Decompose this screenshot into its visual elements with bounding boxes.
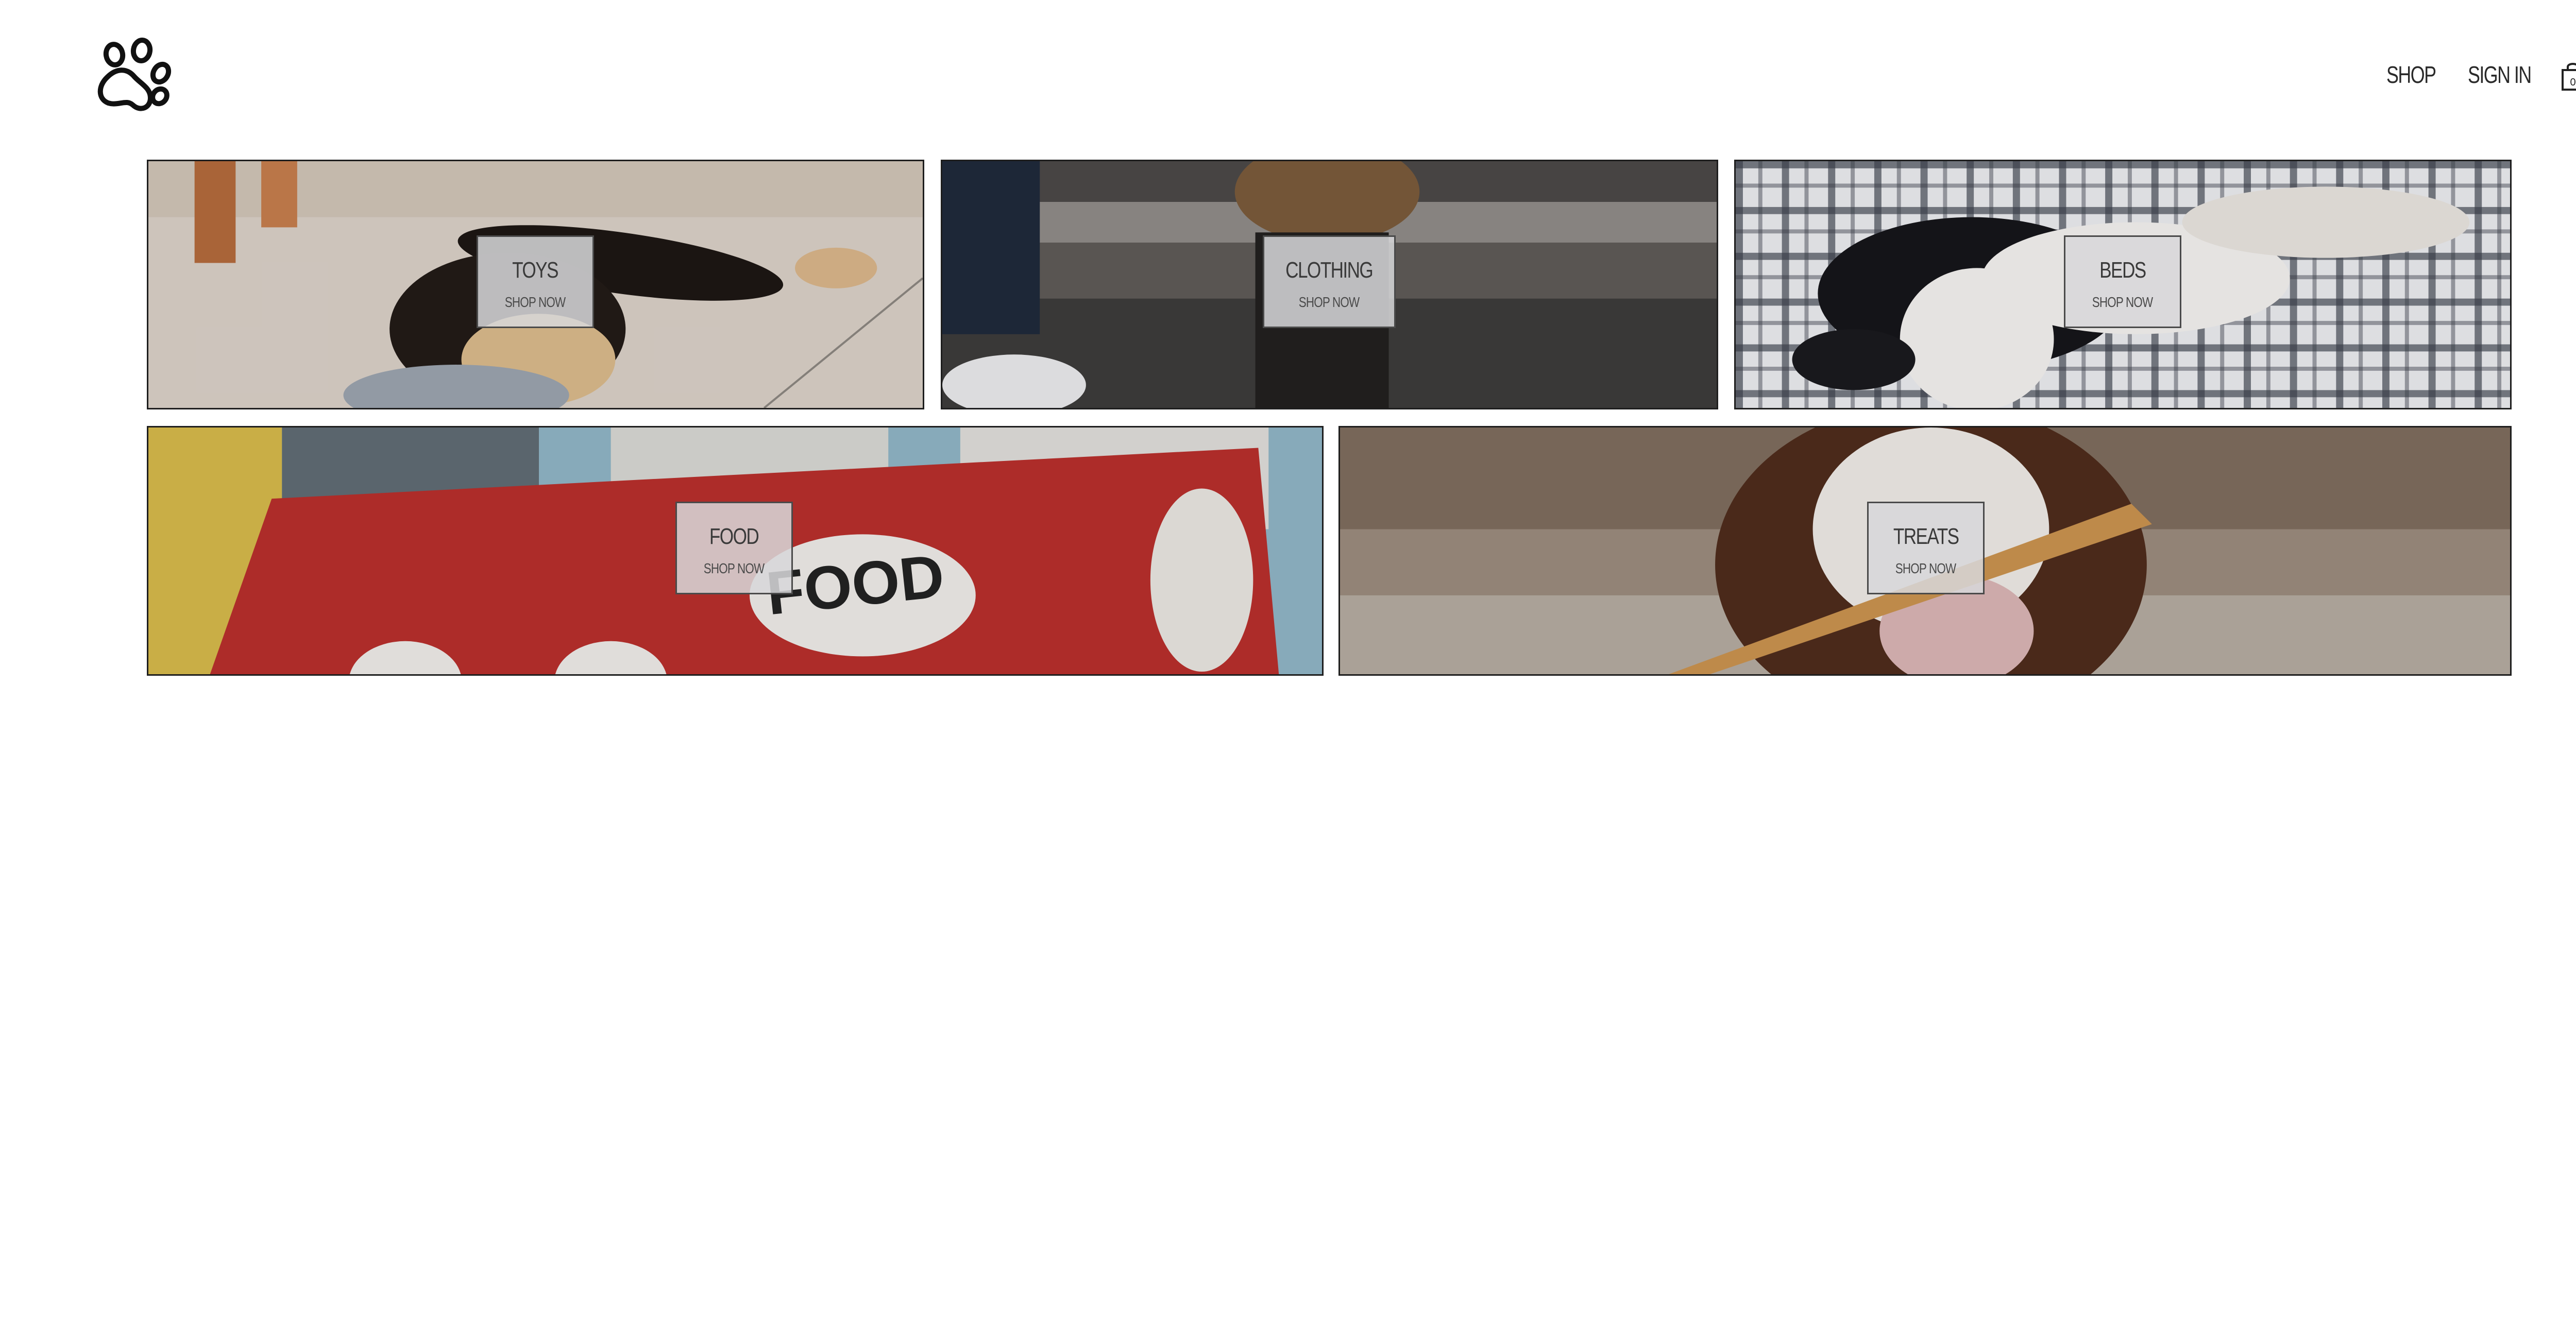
cart-count: 0 (2570, 77, 2575, 88)
shop-now-link[interactable]: SHOP NOW (1299, 295, 1360, 310)
category-tile-clothing[interactable]: CLOTHING SHOP NOW (941, 160, 1718, 409)
category-label-box[interactable]: CLOTHING SHOP NOW (1263, 235, 1396, 328)
category-title: TOYS (512, 258, 559, 283)
nav-shop-link[interactable]: SHOP (2386, 61, 2436, 89)
category-title: TREATS (1893, 524, 1959, 549)
nav-sign-in-link[interactable]: SIGN IN (2468, 61, 2532, 89)
category-label-box[interactable]: TOYS SHOP NOW (477, 235, 594, 328)
category-label-box[interactable]: TREATS SHOP NOW (1867, 502, 1985, 594)
shop-now-link[interactable]: SHOP NOW (704, 561, 765, 576)
category-label-box[interactable]: BEDS SHOP NOW (2064, 235, 2181, 328)
shop-now-link[interactable]: SHOP NOW (505, 295, 566, 310)
category-label-box[interactable]: FOOD SHOP NOW (675, 502, 793, 594)
shopping-bag-icon: 0 (2562, 63, 2576, 91)
category-tile-toys[interactable]: TOYS SHOP NOW (147, 160, 924, 409)
shop-now-link[interactable]: SHOP NOW (1895, 561, 1956, 576)
shop-now-link[interactable]: SHOP NOW (2092, 295, 2153, 310)
cart-button[interactable]: 0 (2560, 61, 2576, 92)
category-tile-treats[interactable]: TREATS SHOP NOW (1338, 426, 2512, 676)
category-title: FOOD (709, 524, 759, 549)
category-tile-beds[interactable]: BEDS SHOP NOW (1734, 160, 2512, 409)
category-title: CLOTHING (1285, 258, 1374, 283)
category-title: BEDS (2099, 258, 2146, 283)
category-tile-food[interactable]: FOOD FOOD SHOP NOW (147, 426, 1324, 676)
paw-print-logo-icon[interactable] (93, 37, 173, 114)
